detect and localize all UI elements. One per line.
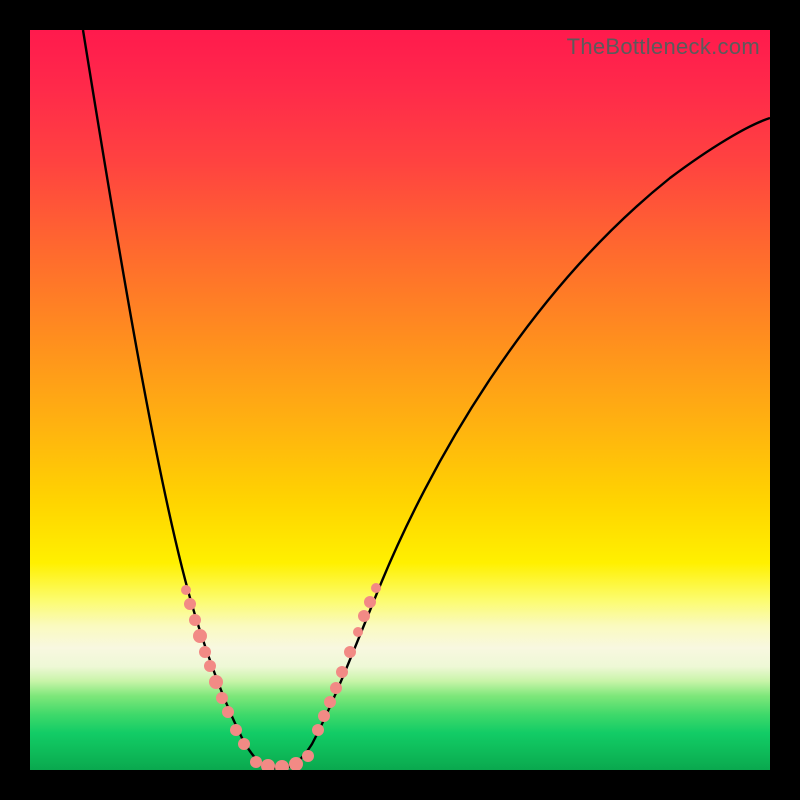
sample-dot bbox=[184, 598, 196, 610]
sample-dot bbox=[324, 696, 336, 708]
sample-dot bbox=[312, 724, 324, 736]
sample-dot bbox=[204, 660, 216, 672]
sample-dot bbox=[275, 760, 289, 770]
sample-dot bbox=[261, 759, 275, 770]
sample-dot bbox=[181, 585, 191, 595]
sample-dot bbox=[216, 692, 228, 704]
sample-dot bbox=[193, 629, 207, 643]
sample-dot bbox=[189, 614, 201, 626]
sample-dot bbox=[250, 756, 262, 768]
sample-dot bbox=[371, 583, 381, 593]
sample-dot bbox=[209, 675, 223, 689]
sample-dot bbox=[358, 610, 370, 622]
sample-dot bbox=[344, 646, 356, 658]
sample-dot bbox=[199, 646, 211, 658]
plot-area: TheBottleneck.com bbox=[30, 30, 770, 770]
right-curve bbox=[282, 118, 770, 768]
chart-frame: TheBottleneck.com bbox=[0, 0, 800, 800]
sample-dot bbox=[353, 627, 363, 637]
sample-dot bbox=[222, 706, 234, 718]
sample-dot bbox=[330, 682, 342, 694]
sample-dot bbox=[230, 724, 242, 736]
sample-dot bbox=[318, 710, 330, 722]
sample-dot bbox=[238, 738, 250, 750]
sample-dot bbox=[302, 750, 314, 762]
left-curve bbox=[83, 30, 282, 768]
curves-svg bbox=[30, 30, 770, 770]
sample-dot bbox=[336, 666, 348, 678]
sample-dot bbox=[364, 596, 376, 608]
